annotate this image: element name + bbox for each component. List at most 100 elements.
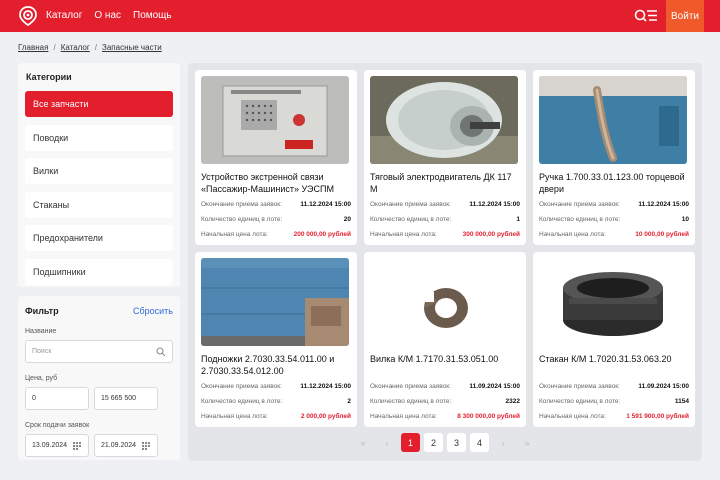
- category-forks[interactable]: Вилки: [25, 158, 173, 184]
- product-image-steps[interactable]: [201, 258, 349, 346]
- price-label: Начальная цена лота:: [370, 413, 437, 420]
- price-label: Начальная цена лота:: [201, 413, 268, 420]
- prev-page-icon[interactable]: ‹: [377, 433, 397, 452]
- price-from-input[interactable]: 0: [25, 387, 89, 410]
- quantity-value: 2322: [505, 398, 520, 405]
- search-input[interactable]: Поиск: [25, 340, 173, 363]
- price-to-input[interactable]: 15 665 500: [94, 387, 158, 410]
- deadline-label: Окончание приема заявок:: [201, 201, 282, 208]
- price-value: 200 000,00 рублей: [293, 231, 351, 238]
- date-to-input[interactable]: 21.09.2024: [94, 434, 158, 457]
- price-label: Начальная цена лота:: [539, 231, 606, 238]
- price-label: Цена, руб: [25, 375, 58, 382]
- product-card[interactable]: Ручка 1.700.33.01.123.00 торцевой двери …: [533, 70, 695, 245]
- product-image-fork[interactable]: [370, 258, 518, 346]
- name-label: Название: [25, 328, 57, 335]
- deadline-label: Окончание приема заявок:: [370, 201, 451, 208]
- login-button[interactable]: Войти: [666, 0, 704, 32]
- product-title[interactable]: Устройство экстренной связи «Пассажир-Ма…: [201, 171, 351, 195]
- product-title[interactable]: Стакан К/М 1.7020.31.53.063.20: [539, 353, 689, 377]
- nav-about[interactable]: О нас: [94, 10, 121, 21]
- price-value: 300 000,00 рублей: [462, 231, 520, 238]
- product-card[interactable]: Подножки 2.7030.33.54.011.00 и 2.7030.33…: [195, 252, 357, 427]
- first-page-icon[interactable]: «: [353, 433, 373, 452]
- next-page-icon[interactable]: ›: [493, 433, 513, 452]
- product-title[interactable]: Вилка К/М 1.7170.31.53.051.00: [370, 353, 520, 377]
- quantity-value: 2: [347, 398, 351, 405]
- deadline-label: Срок подачи заявок: [25, 422, 90, 429]
- nav-help[interactable]: Помощь: [133, 10, 172, 21]
- logo-icon[interactable]: [18, 6, 38, 26]
- page-2-button[interactable]: 2: [424, 433, 443, 452]
- deadline-label: Окончание приема заявок:: [201, 383, 282, 390]
- quantity-label: Количество единиц в лоте:: [201, 216, 283, 223]
- price-value: 1 591 900,00 рублей: [626, 413, 689, 420]
- deadline-value: 11.12.2024 15:00: [300, 383, 351, 390]
- product-card[interactable]: Вилка К/М 1.7170.31.53.051.00 Окончание …: [364, 252, 526, 427]
- calendar-icon[interactable]: [72, 441, 82, 451]
- deadline-value: 11.12.2024 15:00: [469, 201, 520, 208]
- quantity-label: Количество единиц в лоте:: [539, 216, 621, 223]
- page-1-button[interactable]: 1: [401, 433, 420, 452]
- search-icon: [156, 347, 166, 357]
- product-title[interactable]: Подножки 2.7030.33.54.011.00 и 2.7030.33…: [201, 353, 351, 377]
- breadcrumb-catalog[interactable]: Каталог: [61, 43, 90, 52]
- quantity-label: Количество единиц в лоте:: [201, 398, 283, 405]
- date-from-input[interactable]: 13.09.2024: [25, 434, 89, 457]
- product-image-cup[interactable]: [539, 258, 687, 346]
- breadcrumb-home[interactable]: Главная: [18, 43, 48, 52]
- deadline-label: Окончание приема заявок:: [539, 383, 620, 390]
- calendar-icon[interactable]: [141, 441, 151, 451]
- deadline-label: Окончание приема заявок:: [370, 383, 451, 390]
- last-page-icon[interactable]: »: [517, 433, 537, 452]
- page-4-button[interactable]: 4: [470, 433, 489, 452]
- quantity-value: 20: [343, 216, 351, 223]
- nav-catalog[interactable]: Каталог: [46, 10, 82, 21]
- product-card[interactable]: Стакан К/М 1.7020.31.53.063.20 Окончание…: [533, 252, 695, 427]
- category-leashes[interactable]: Поводки: [25, 124, 173, 151]
- deadline-value: 11.12.2024 15:00: [300, 201, 351, 208]
- breadcrumb-separator: /: [94, 43, 98, 52]
- product-image-intercom[interactable]: [201, 76, 349, 164]
- breadcrumb: Главная / Каталог / Запасные части: [18, 43, 162, 52]
- quantity-label: Количество единиц в лоте:: [539, 398, 621, 405]
- deadline-value: 11.12.2024 15:00: [638, 201, 689, 208]
- top-navigation-bar: Каталог О нас Помощь Войти: [0, 0, 720, 32]
- category-fuses[interactable]: Предохранители: [25, 225, 173, 251]
- price-label: Начальная цена лота:: [201, 231, 268, 238]
- date-to-value: 21.09.2024: [101, 442, 137, 449]
- date-from-value: 13.09.2024: [32, 442, 68, 449]
- main-nav: Каталог О нас Помощь: [46, 10, 172, 21]
- filter-panel: Фильтр Сбросить Название Поиск Цена, руб…: [18, 296, 180, 460]
- categories-panel: Категории Все запчасти Поводки Вилки Ста…: [18, 63, 180, 287]
- search-placeholder: Поиск: [32, 348, 52, 355]
- price-label: Начальная цена лота:: [539, 413, 606, 420]
- product-card[interactable]: Устройство экстренной связи «Пассажир-Ма…: [195, 70, 357, 245]
- product-card[interactable]: Тяговый электродвигатель ДК 117 М Оконча…: [364, 70, 526, 245]
- categories-title: Категории: [26, 72, 72, 82]
- results-area: Устройство экстренной связи «Пассажир-Ма…: [188, 63, 702, 461]
- pagination: « ‹ 1 2 3 4 › »: [353, 433, 537, 452]
- price-value: 2 000,00 рублей: [300, 413, 351, 420]
- page-3-button[interactable]: 3: [447, 433, 466, 452]
- product-image-handle[interactable]: [539, 76, 687, 164]
- category-all[interactable]: Все запчасти: [25, 91, 173, 117]
- deadline-value: 11.09.2024 15:00: [469, 383, 520, 390]
- quantity-label: Количество единиц в лоте:: [370, 216, 452, 223]
- quantity-value: 10: [681, 216, 689, 223]
- product-image-motor[interactable]: [370, 76, 518, 164]
- breadcrumb-current[interactable]: Запасные части: [102, 43, 162, 52]
- deadline-label: Окончание приема заявок:: [539, 201, 620, 208]
- reset-filter-link[interactable]: Сбросить: [133, 306, 173, 316]
- quantity-value: 1154: [674, 398, 689, 405]
- deadline-value: 11.09.2024 15:00: [638, 383, 689, 390]
- price-value: 10 000,00 рублей: [635, 231, 689, 238]
- price-value: 8 300 000,00 рублей: [457, 413, 520, 420]
- category-bearings[interactable]: Подшипники: [25, 258, 173, 285]
- category-cups[interactable]: Стаканы: [25, 191, 173, 218]
- search-menu-icon[interactable]: [634, 8, 658, 24]
- product-title[interactable]: Тяговый электродвигатель ДК 117 М: [370, 171, 520, 195]
- product-title[interactable]: Ручка 1.700.33.01.123.00 торцевой двери: [539, 171, 689, 195]
- quantity-label: Количество единиц в лоте:: [370, 398, 452, 405]
- breadcrumb-separator: /: [53, 43, 56, 52]
